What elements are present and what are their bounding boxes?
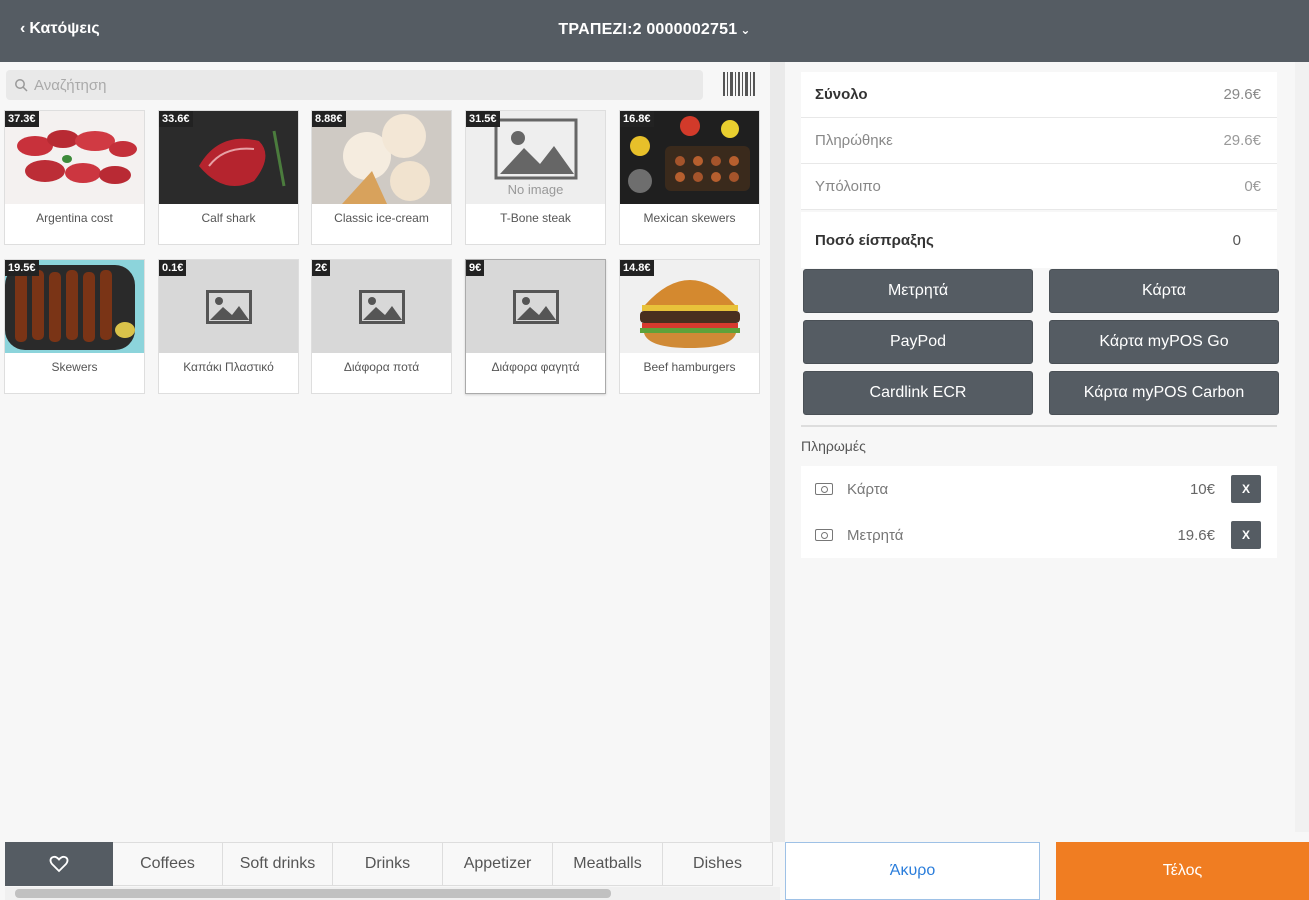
image-placeholder-icon bbox=[512, 289, 559, 324]
product-price: 16.8€ bbox=[620, 111, 654, 127]
product-name: Skewers bbox=[51, 360, 98, 374]
scrollbar-thumb[interactable] bbox=[15, 889, 611, 898]
cancel-button[interactable]: Άκυρο bbox=[785, 842, 1040, 900]
product-price: 31.5€ bbox=[466, 111, 500, 127]
payment-method: Κάρτα bbox=[847, 480, 889, 498]
payments-heading: Πληρωμές bbox=[801, 438, 866, 454]
image-placeholder-icon bbox=[494, 118, 577, 180]
product-price: 8.88€ bbox=[312, 111, 346, 127]
image-placeholder-icon bbox=[205, 289, 252, 324]
search-bar bbox=[6, 70, 703, 100]
product-name: Καπάκι Πλαστικό bbox=[183, 360, 274, 374]
pay-mypos-go-button[interactable]: Κάρτα myPOS Go bbox=[1049, 320, 1279, 364]
money-icon bbox=[815, 529, 833, 541]
no-image-text: No image bbox=[507, 182, 564, 197]
table-title[interactable]: ΤΡΑΠΕΖΙ:2 0000002751 ⌄ bbox=[0, 21, 1309, 39]
payment-row: Μετρητά 19.6€ X bbox=[801, 512, 1277, 558]
product-card[interactable]: 33.6€ Calf shark bbox=[158, 110, 299, 245]
pay-cash-button[interactable]: Μετρητά bbox=[803, 269, 1033, 313]
remove-payment-button[interactable]: X bbox=[1231, 521, 1261, 549]
payments-list: Κάρτα 10€ X Μετρητά 19.6€ X bbox=[801, 466, 1277, 558]
payment-panel: Σύνολο 29.6€ Πληρώθηκε 29.6€ Υπόλοιπο 0€… bbox=[785, 62, 1309, 842]
money-icon bbox=[815, 483, 833, 495]
product-price: 19.5€ bbox=[5, 260, 39, 276]
product-name: Mexican skewers bbox=[643, 211, 736, 225]
summary-total-row: Σύνολο 29.6€ bbox=[801, 72, 1277, 118]
payment-scrollbar[interactable] bbox=[1295, 62, 1309, 832]
search-icon bbox=[15, 79, 28, 92]
total-label: Σύνολο bbox=[815, 86, 868, 103]
payment-row: Κάρτα 10€ X bbox=[801, 466, 1277, 512]
product-card[interactable]: 8.88€ Classic ice-cream bbox=[311, 110, 452, 245]
category-tab-coffees[interactable]: Coffees bbox=[113, 842, 223, 886]
top-header: ‹ Κατόψεις ΤΡΑΠΕΖΙ:2 0000002751 ⌄ bbox=[0, 0, 1309, 62]
products-scrollbar[interactable] bbox=[770, 62, 785, 842]
chevron-down-icon: ⌄ bbox=[740, 23, 751, 37]
pay-paypod-button[interactable]: PayPod bbox=[803, 320, 1033, 364]
remaining-label: Υπόλοιπο bbox=[815, 178, 881, 195]
product-name: Argentina cost bbox=[36, 211, 113, 225]
product-name: Calf shark bbox=[201, 211, 256, 225]
payment-amount: 10€ bbox=[1189, 480, 1215, 498]
product-name: Διάφορα ποτά bbox=[343, 360, 420, 374]
category-tab-dishes[interactable]: Dishes bbox=[663, 842, 773, 886]
product-price: 9€ bbox=[466, 260, 485, 276]
category-tab-drinks[interactable]: Drinks bbox=[333, 842, 443, 886]
finish-button[interactable]: Τέλος bbox=[1056, 842, 1309, 900]
category-bar: Coffees Soft drinks Drinks Appetizer Mea… bbox=[5, 842, 780, 886]
product-name: Διάφορα φαγητά bbox=[491, 360, 580, 374]
product-name: T-Bone steak bbox=[500, 211, 571, 225]
favorites-tab[interactable] bbox=[5, 842, 113, 886]
product-card[interactable]: 9€ Διάφορα φαγητά bbox=[465, 259, 606, 394]
payment-method: Μετρητά bbox=[847, 526, 904, 544]
paid-label: Πληρώθηκε bbox=[815, 132, 893, 149]
category-scrollbar[interactable] bbox=[5, 887, 780, 900]
summary-paid-row: Πληρώθηκε 29.6€ bbox=[801, 118, 1277, 164]
pay-mypos-carbon-button[interactable]: Κάρτα myPOS Carbon bbox=[1049, 371, 1279, 415]
collect-value[interactable]: 0 bbox=[1233, 232, 1241, 249]
payment-summary: Σύνολο 29.6€ Πληρώθηκε 29.6€ Υπόλοιπο 0€… bbox=[801, 72, 1277, 268]
payment-amount: 19.6€ bbox=[1177, 526, 1215, 544]
product-image-placeholder bbox=[312, 260, 451, 353]
heart-icon bbox=[49, 855, 69, 873]
category-tab-appetizer[interactable]: Appetizer bbox=[443, 842, 553, 886]
summary-collect-row[interactable]: Ποσό είσπραξης 0 bbox=[801, 212, 1277, 268]
product-name: Beef hamburgers bbox=[643, 360, 736, 374]
product-card[interactable]: 2€ Διάφορα ποτά bbox=[311, 259, 452, 394]
product-card[interactable]: No image 31.5€ T-Bone steak bbox=[465, 110, 606, 245]
product-price: 14.8€ bbox=[620, 260, 654, 276]
barcode-icon[interactable] bbox=[722, 70, 756, 98]
product-name: Classic ice-cream bbox=[334, 211, 429, 225]
search-input[interactable] bbox=[34, 76, 674, 94]
table-title-text: ΤΡΑΠΕΖΙ:2 0000002751 bbox=[558, 21, 738, 38]
product-price: 0.1€ bbox=[159, 260, 187, 276]
remove-payment-button[interactable]: X bbox=[1231, 475, 1261, 503]
product-price: 2€ bbox=[312, 260, 331, 276]
summary-remaining-row: Υπόλοιπο 0€ bbox=[801, 164, 1277, 210]
pay-card-button[interactable]: Κάρτα bbox=[1049, 269, 1279, 313]
product-image-placeholder bbox=[466, 260, 605, 353]
product-card[interactable]: 14.8€ Beef hamburgers bbox=[619, 259, 760, 394]
category-tab-meatballs[interactable]: Meatballs bbox=[553, 842, 663, 886]
collect-label: Ποσό είσπραξης bbox=[815, 231, 934, 249]
product-price: 37.3€ bbox=[5, 111, 39, 127]
total-value: 29.6€ bbox=[1223, 86, 1261, 103]
image-placeholder-icon bbox=[358, 289, 405, 324]
category-tab-soft-drinks[interactable]: Soft drinks bbox=[223, 842, 333, 886]
paid-value: 29.6€ bbox=[1223, 132, 1261, 149]
divider bbox=[801, 425, 1277, 427]
pay-cardlink-ecr-button[interactable]: Cardlink ECR bbox=[803, 371, 1033, 415]
remaining-value: 0€ bbox=[1244, 178, 1261, 195]
product-card[interactable]: 0.1€ Καπάκι Πλαστικό bbox=[158, 259, 299, 394]
product-price: 33.6€ bbox=[159, 111, 193, 127]
product-card[interactable]: 16.8€ Mexican skewers bbox=[619, 110, 760, 245]
product-card[interactable]: 19.5€ Skewers bbox=[4, 259, 145, 394]
product-card[interactable]: 37.3€ Argentina cost bbox=[4, 110, 145, 245]
products-panel: 37.3€ Argentina cost 33.6€ Calf shark bbox=[0, 62, 785, 842]
